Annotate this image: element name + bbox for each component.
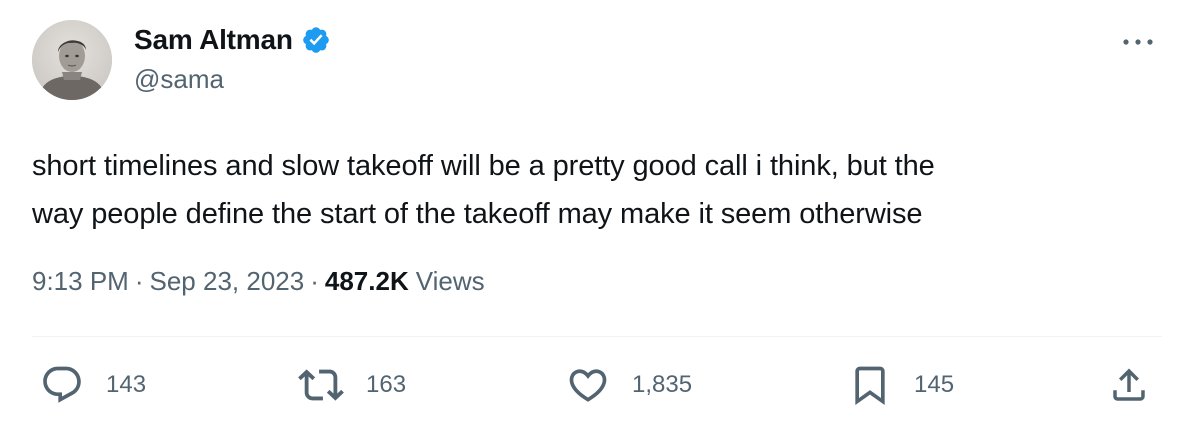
author-row: Sam Altman [134, 22, 331, 58]
reply-count: 143 [106, 371, 147, 398]
reply-icon [40, 363, 84, 407]
share-icon [1108, 364, 1150, 406]
tweet-card: Sam Altman @sama short timelines and slo… [0, 0, 1188, 430]
reply-button[interactable]: 143 [40, 360, 146, 410]
tweet-date[interactable]: Sep 23, 2023 [150, 266, 305, 297]
author-handle[interactable]: @sama [134, 64, 224, 95]
like-button[interactable]: 1,835 [566, 360, 692, 410]
author-name[interactable]: Sam Altman [134, 24, 293, 56]
tweet-text: short timelines and slow takeoff will be… [32, 150, 935, 230]
meta-separator: · [134, 266, 144, 296]
verified-badge-icon[interactable] [301, 25, 331, 55]
heart-icon [566, 363, 610, 407]
action-bar: 143 163 1,835 145 [0, 360, 1188, 410]
tweet-meta: 9:13 PM · Sep 23, 2023 · 487.2K Views [32, 266, 485, 297]
repost-button[interactable]: 163 [298, 360, 406, 410]
repost-count: 163 [366, 371, 407, 398]
bookmark-button[interactable]: 145 [848, 360, 954, 410]
bookmark-icon [848, 363, 892, 407]
divider [32, 336, 1162, 337]
views-count: 487.2K [324, 266, 409, 296]
share-button[interactable] [1108, 360, 1150, 410]
more-horizontal-icon[interactable] [1118, 30, 1158, 54]
meta-separator: · [310, 266, 319, 296]
avatar-photo [32, 20, 112, 100]
avatar[interactable] [32, 20, 112, 100]
bookmark-count: 145 [914, 371, 955, 398]
views-label: Views [415, 266, 485, 296]
repost-icon [298, 362, 344, 408]
tweet-time[interactable]: 9:13 PM [32, 266, 129, 297]
like-count: 1,835 [632, 371, 693, 398]
